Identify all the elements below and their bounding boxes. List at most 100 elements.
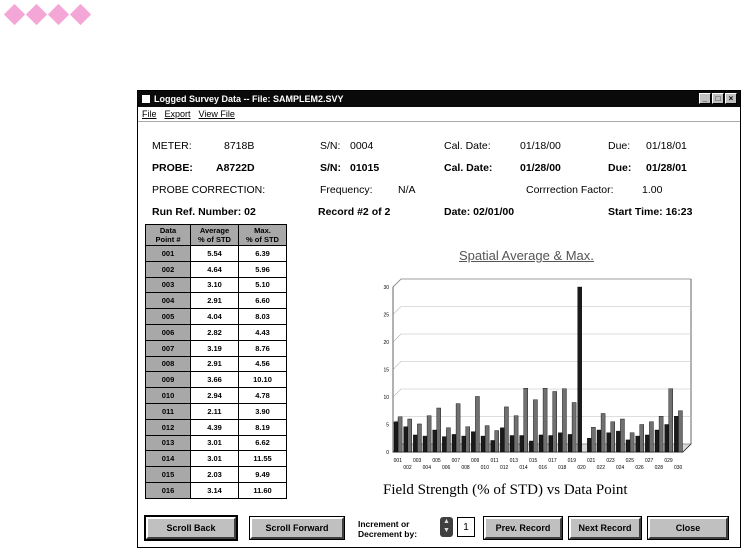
column-header-average: Average% of STD	[190, 224, 239, 246]
probe-due-label: Due:	[608, 162, 632, 174]
cell-average: 4.04	[190, 308, 239, 325]
cell-point: 006	[145, 323, 191, 341]
run-ref-number: Run Ref. Number: 02	[152, 206, 256, 218]
scroll-forward-button[interactable]: Scroll Forward	[249, 516, 345, 540]
x-tick-label: 017	[548, 458, 557, 464]
table-row: 004 2.91 6.60	[145, 292, 287, 310]
cell-max: 6.62	[238, 434, 287, 452]
bar	[523, 387, 528, 453]
cell-point: 014	[145, 450, 191, 468]
probe-sn-label: S/N:	[320, 162, 341, 174]
cell-max: 3.90	[238, 402, 287, 420]
increment-spinner[interactable]: ▲ ▼	[440, 517, 453, 537]
bar	[567, 434, 573, 453]
bar	[529, 440, 534, 453]
bar	[571, 402, 577, 453]
cell-point: 008	[145, 355, 191, 373]
cell-max: 10.10	[238, 371, 287, 389]
cell-point: 004	[145, 292, 191, 310]
close-button[interactable]: Close	[647, 516, 729, 540]
cell-average: 4.64	[190, 260, 239, 278]
probe-sn: 01015	[350, 162, 380, 174]
x-tick-label: 015	[529, 458, 538, 464]
title-bar[interactable]: Logged Survey Data -- File: SAMPLEM2.SVY…	[138, 91, 740, 107]
meter-sn-label: S/N:	[320, 140, 341, 152]
x-tick-label: 002	[403, 465, 412, 471]
cell-point: 012	[145, 418, 191, 436]
diamond-icon	[69, 3, 92, 26]
scroll-back-button[interactable]: Scroll Back	[144, 515, 238, 541]
probe-cal: 01/28/00	[520, 162, 561, 174]
prev-record-button[interactable]: Prev. Record	[483, 516, 563, 540]
table-row: 015 2.03 9.49	[145, 466, 287, 483]
close-icon[interactable]: ×	[725, 93, 737, 104]
table-row: 012 4.39 8.19	[145, 418, 287, 436]
x-tick-label: 021	[587, 458, 596, 464]
bar	[475, 396, 480, 453]
chart-x-label: Field Strength (% of STD) vs Data Point	[383, 482, 628, 498]
correction-factor-value: 1.00	[642, 184, 663, 196]
x-tick-label: 026	[635, 465, 644, 471]
bar	[674, 416, 679, 453]
cell-average: 3.19	[190, 339, 239, 357]
bar	[600, 413, 606, 453]
cell-max: 4.43	[238, 323, 287, 341]
increment-label-line1: Increment or	[358, 519, 410, 529]
bar	[513, 415, 519, 453]
cell-max: 8.76	[238, 339, 287, 357]
x-tick-label: 025	[626, 458, 635, 464]
increment-input[interactable]: 1	[457, 517, 475, 537]
menu-view-file[interactable]: View File	[199, 109, 235, 119]
bar	[426, 415, 432, 453]
x-tick-label: 022	[597, 465, 606, 471]
data-table: Data Point # Average% of STD Max.% of STD…	[145, 224, 287, 499]
decorative-diamonds	[3, 3, 92, 26]
diamond-icon	[25, 3, 48, 26]
menu-file[interactable]: File	[142, 109, 157, 119]
meter-cal-label: Cal. Date:	[444, 140, 491, 152]
bar	[678, 410, 683, 453]
probe-correction-label: PROBE CORRECTION:	[152, 184, 266, 196]
cell-average: 2.82	[190, 323, 239, 341]
bar	[446, 427, 451, 453]
bar	[397, 416, 403, 453]
correction-factor-label: Corrrection Factor:	[526, 184, 614, 196]
bar	[548, 435, 553, 453]
spin-up-icon[interactable]: ▲	[440, 517, 453, 526]
x-tick-label: 016	[539, 465, 548, 471]
meter-cal: 01/18/00	[520, 140, 561, 152]
bar-chart: 051015202530001 003 005 007 009 011 013 015 017 0…	[383, 278, 692, 471]
cell-average: 3.10	[190, 276, 239, 294]
spin-down-icon[interactable]: ▼	[440, 526, 453, 535]
bar	[432, 429, 437, 453]
x-tick-label: 011	[491, 458, 499, 464]
table-row: 003 3.10 5.10	[145, 276, 287, 294]
cell-max: 6.60	[238, 292, 287, 310]
bar	[616, 430, 621, 453]
menu-export[interactable]: Export	[165, 109, 191, 119]
table-row: 009 3.66 10.10	[145, 371, 287, 389]
bar	[552, 391, 557, 453]
next-record-button[interactable]: Next Record	[568, 516, 642, 540]
bar	[668, 388, 673, 453]
x-tick-label: 020	[577, 465, 586, 471]
bar	[500, 427, 505, 453]
app-icon	[142, 95, 150, 103]
bar	[519, 435, 524, 453]
increment-label-line2: Decrement by:	[358, 529, 418, 539]
maximize-icon[interactable]: □	[712, 93, 724, 104]
table-row: 016 3.14 11.60	[145, 481, 287, 499]
table-row: 002 4.64 5.96	[145, 260, 287, 278]
bar	[451, 434, 457, 453]
x-tick-label: 001	[394, 458, 403, 464]
record-number: Record #2 of 2	[318, 206, 391, 218]
x-tick-label: 013	[510, 458, 519, 464]
minimize-icon[interactable]: _	[699, 93, 711, 104]
x-tick-label: 019	[568, 458, 577, 464]
cell-average: 2.11	[190, 402, 239, 420]
cell-point: 003	[145, 276, 191, 294]
x-tick-label: 003	[413, 458, 422, 464]
cell-max: 6.39	[238, 245, 287, 262]
cell-max: 11.60	[238, 481, 287, 499]
cell-max: 8.19	[238, 418, 287, 436]
